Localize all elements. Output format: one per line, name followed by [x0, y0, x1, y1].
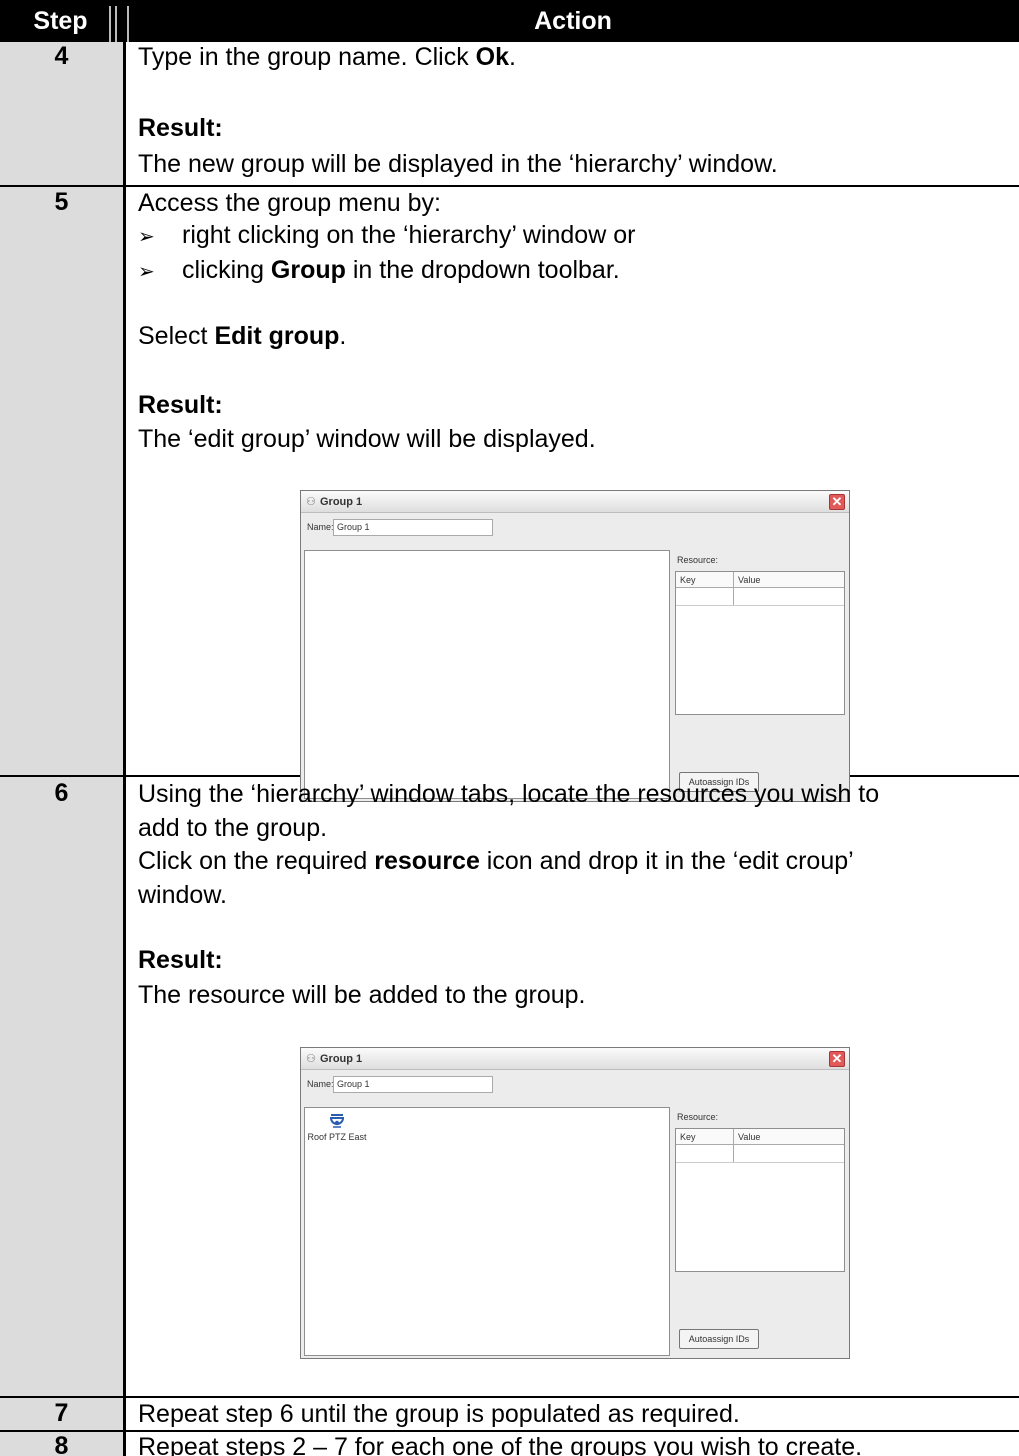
result-text: The new group will be displayed in the ‘… — [138, 150, 778, 178]
name-input[interactable]: Group 1 — [333, 1076, 493, 1093]
name-label: Name: — [307, 1079, 334, 1089]
result-label: Result: — [138, 391, 223, 419]
result-text: The resource will be added to the group. — [138, 981, 586, 1009]
step-text: add to the group. — [138, 814, 328, 842]
table-row-line — [676, 605, 844, 606]
bullet-arrow-icon: ➢ — [138, 261, 155, 283]
bullet-item: ➢ clicking Group in the dropdown toolbar. — [138, 255, 620, 287]
row-divider — [0, 1396, 1019, 1398]
column-key: Key — [680, 1132, 696, 1142]
resource-table-header: Key Value — [676, 1129, 844, 1145]
step-column — [0, 42, 123, 1456]
table-row-line — [676, 1162, 844, 1163]
group-members-pane[interactable] — [304, 1107, 670, 1356]
edit-group-dialog: ⚇ Group 1 ✕ Name: Group 1 Resource: Key … — [300, 490, 850, 802]
header-divider — [109, 6, 111, 42]
close-icon[interactable]: ✕ — [829, 1051, 845, 1067]
row-divider — [0, 185, 1019, 187]
document-page: Step Action 4 Type in the group name. Cl… — [0, 0, 1019, 1456]
step-number: 4 — [54, 42, 69, 70]
result-text: The ‘edit group’ window will be displaye… — [138, 425, 596, 453]
bullet-arrow-icon: ➢ — [138, 226, 155, 248]
dialog-titlebar: ⚇ Group 1 ✕ — [301, 491, 849, 513]
resource-table[interactable]: Key Value — [675, 571, 845, 715]
name-label: Name: — [307, 522, 334, 532]
table-header: Step Action — [0, 0, 1019, 42]
resource-item-label: Roof PTZ East — [307, 1132, 367, 1142]
resource-table-header: Key Value — [676, 572, 844, 588]
header-action: Action — [534, 7, 612, 35]
group-icon: ⚇ — [306, 1053, 316, 1065]
step-number: 5 — [54, 188, 69, 216]
resource-label: Resource: — [677, 555, 719, 565]
header-step: Step — [33, 7, 88, 35]
resource-label: Resource: — [677, 1112, 719, 1122]
column-value: Value — [738, 575, 761, 585]
bullet-item: ➢ right clicking on the ‘hierarchy’ windo… — [138, 220, 635, 252]
step-text: window. — [138, 881, 227, 909]
column-divider — [733, 1129, 734, 1163]
dialog-title: Group 1 — [320, 1053, 363, 1065]
step-text: Repeat steps 2 – 7 for each one of the g… — [138, 1433, 863, 1456]
step-number: 6 — [54, 779, 69, 807]
step-text: Select Edit group. — [138, 322, 347, 350]
column-divider — [733, 572, 734, 606]
step-number: 7 — [54, 1399, 69, 1427]
step-text: Repeat step 6 until the group is populat… — [138, 1400, 740, 1428]
step-number: 8 — [54, 1432, 69, 1456]
column-value: Value — [738, 1132, 761, 1142]
step-text: Access the group menu by: — [138, 189, 441, 217]
name-input[interactable]: Group 1 — [333, 519, 493, 536]
edit-group-dialog: ⚇ Group 1 ✕ Name: Group 1 Roof PTZ East … — [300, 1047, 850, 1359]
column-divider — [123, 42, 126, 1456]
resource-table[interactable]: Key Value — [675, 1128, 845, 1272]
group-members-pane[interactable] — [304, 550, 670, 799]
column-key: Key — [680, 575, 696, 585]
step-text: Type in the group name. Click Ok. — [138, 43, 516, 71]
resource-item[interactable]: Roof PTZ East — [307, 1112, 367, 1142]
ptz-camera-icon — [329, 1114, 345, 1128]
dialog-titlebar: ⚇ Group 1 ✕ — [301, 1048, 849, 1070]
step-text: Using the ‘hierarchy’ window tabs, locat… — [138, 780, 880, 808]
dialog-title: Group 1 — [320, 496, 363, 508]
close-icon[interactable]: ✕ — [829, 494, 845, 510]
result-label: Result: — [138, 946, 223, 974]
step-text: Click on the required resource icon and … — [138, 847, 854, 875]
autoassign-ids-button[interactable]: Autoassign IDs — [679, 1329, 759, 1349]
result-label: Result: — [138, 114, 223, 142]
header-divider — [115, 6, 117, 42]
group-icon: ⚇ — [306, 496, 316, 508]
